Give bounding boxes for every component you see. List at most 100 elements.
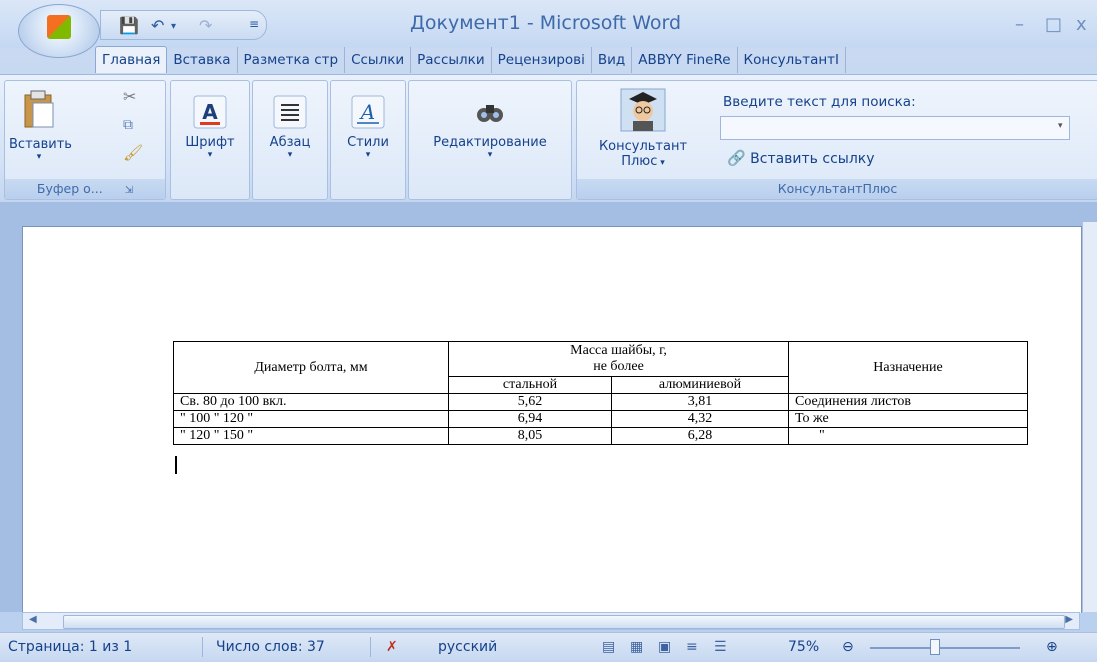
header-diameter: Диаметр болта, мм <box>173 341 449 394</box>
close-icon[interactable]: x <box>1076 14 1087 35</box>
header-mass-line1: Масса шайбы, г, <box>570 343 667 358</box>
customize-qat-icon[interactable]: ≡ <box>249 17 259 31</box>
svg-text:A: A <box>359 100 375 124</box>
consultant-professor-icon <box>620 88 666 132</box>
cell-steel: 5,62 <box>448 393 612 411</box>
status-bar: Страница: 1 из 1 Число слов: 37 ✗ русски… <box>0 632 1097 662</box>
font-group[interactable]: A Шрифт ▾ <box>170 80 250 200</box>
web-layout-icon[interactable]: ▣ <box>658 639 671 655</box>
paragraph-icon <box>273 95 307 129</box>
header-steel: стальной <box>448 376 612 394</box>
cell-steel: 6,94 <box>448 410 612 428</box>
table-row: Св. 80 до 100 вкл. 5,62 3,81 Соединения … <box>173 393 1028 411</box>
spellcheck-icon[interactable]: ✗ <box>386 639 398 655</box>
search-input[interactable] <box>720 116 1070 140</box>
scroll-left-icon[interactable]: ◀ <box>29 614 37 625</box>
draft-icon[interactable]: ☰ <box>714 639 727 655</box>
tab-review[interactable]: Рецензирові <box>492 47 592 73</box>
cell-purpose: То же <box>788 410 1028 428</box>
header-purpose: Назначение <box>788 341 1028 394</box>
undo-dropdown-icon[interactable]: ▾ <box>171 21 176 32</box>
consultant-plus-button[interactable]: Консультант Плюс ▾ <box>583 87 703 169</box>
paragraph-dropdown-icon: ▾ <box>287 150 293 160</box>
font-button: A Шрифт ▾ <box>171 95 249 160</box>
svg-text:A: A <box>202 100 218 124</box>
cell-diameter: " 120 " 150 " <box>173 427 449 445</box>
paragraph-group[interactable]: Абзац ▾ <box>252 80 328 200</box>
format-painter-icon[interactable]: 🖌 <box>123 143 143 162</box>
copy-icon[interactable]: ⧉ <box>123 117 133 133</box>
ribbon-tabs: Главная Вставка Разметка стр Ссылки Рассылки… <box>95 46 847 76</box>
cell-purpose: Соединения листов <box>788 393 1028 411</box>
maximize-icon[interactable]: □ <box>1045 14 1062 35</box>
word-count[interactable]: Число слов: 37 <box>216 639 325 655</box>
print-layout-icon[interactable]: ▤ <box>602 639 615 655</box>
cell-diameter: " 100 " 120 " <box>173 410 449 428</box>
outline-icon[interactable]: ≡ <box>686 639 698 655</box>
full-screen-reading-icon[interactable]: ▦ <box>630 639 643 655</box>
divider <box>370 637 371 657</box>
zoom-out-icon[interactable]: ⊖ <box>842 639 854 655</box>
table-row: " 120 " 150 " 8,05 6,28 " <box>173 427 1028 445</box>
ribbon: Вставить ▾ ✂ ⧉ 🖌 Буфер о... ⇲ A Шрифт ▾ <box>0 74 1097 203</box>
minimize-icon[interactable]: – <box>1015 14 1024 35</box>
tab-insert[interactable]: Вставка <box>167 47 238 73</box>
insert-link-button[interactable]: 🔗 Вставить ссылку <box>727 149 875 167</box>
paste-button[interactable]: Вставить ▾ <box>9 89 72 162</box>
redo-icon[interactable]: ↷ <box>199 16 212 35</box>
undo-icon[interactable]: ↶ <box>151 16 164 35</box>
consultant-label-line2: Плюс <box>621 154 658 169</box>
dialog-launcher-icon[interactable]: ⇲ <box>125 185 133 196</box>
font-label: Шрифт <box>185 135 235 150</box>
search-dropdown-icon[interactable]: ▾ <box>1058 121 1063 131</box>
clipboard-group: Вставить ▾ ✂ ⧉ 🖌 Буфер о... ⇲ <box>4 80 166 200</box>
save-icon[interactable]: 💾 <box>119 16 139 35</box>
paste-icon <box>24 90 54 128</box>
zoom-in-icon[interactable]: ⊕ <box>1046 639 1058 655</box>
office-logo-icon <box>47 15 71 39</box>
insert-link-label: Вставить ссылку <box>750 151 875 167</box>
vertical-scrollbar[interactable] <box>1082 222 1097 612</box>
paragraph-label: Абзац <box>269 135 311 150</box>
paste-label: Вставить <box>9 137 72 152</box>
styles-group[interactable]: A Стили ▾ <box>330 80 406 200</box>
editing-dropdown-icon: ▾ <box>487 150 493 160</box>
clipboard-group-label: Буфер о... ⇲ <box>5 179 165 199</box>
page-count[interactable]: Страница: 1 из 1 <box>8 639 132 655</box>
tab-page-layout[interactable]: Разметка стр <box>238 47 346 73</box>
horizontal-scrollbar[interactable]: ◀ ▶ <box>22 612 1080 630</box>
tab-references[interactable]: Ссылки <box>345 47 412 73</box>
scroll-right-icon[interactable]: ▶ <box>1065 614 1073 625</box>
header-aluminum: алюминиевой <box>611 376 789 394</box>
tab-mailings[interactable]: Рассылки <box>411 47 492 73</box>
paste-dropdown-icon[interactable]: ▾ <box>9 152 69 162</box>
scroll-thumb[interactable] <box>63 615 1065 629</box>
cell-purpose: " <box>788 427 1028 445</box>
office-button[interactable] <box>18 4 100 58</box>
divider <box>202 637 203 657</box>
tab-consultant[interactable]: КонсультантI <box>738 47 847 73</box>
table-row: " 100 " 120 " 6,94 4,32 То же <box>173 410 1028 428</box>
styles-icon: A <box>351 95 385 129</box>
styles-button: A Стили ▾ <box>331 95 405 160</box>
tab-abbyy[interactable]: ABBYY FineRe <box>632 47 738 73</box>
font-dropdown-icon: ▾ <box>207 150 213 160</box>
styles-label: Стили <box>347 135 389 150</box>
title-bar: 💾 ↶ ▾ ↷ ≡ Документ1 - Microsoft Word – □… <box>0 0 1097 58</box>
link-icon: 🔗 <box>727 149 746 167</box>
cut-icon[interactable]: ✂ <box>123 87 136 106</box>
tab-home[interactable]: Главная <box>95 46 168 73</box>
zoom-thumb[interactable] <box>930 639 940 655</box>
consultant-label-line1: Консультант <box>598 139 688 154</box>
font-icon: A <box>193 95 227 129</box>
editing-group[interactable]: Редактирование ▾ <box>408 80 572 200</box>
zoom-slider[interactable] <box>870 647 1020 649</box>
document-page[interactable]: Диаметр болта, мм Масса шайбы, г, не бол… <box>22 226 1082 613</box>
cell-aluminum: 4,32 <box>611 410 789 428</box>
window-title: Документ1 - Microsoft Word <box>410 12 682 34</box>
editing-button: Редактирование ▾ <box>409 95 571 160</box>
tab-view[interactable]: Вид <box>592 47 633 73</box>
language[interactable]: русский <box>438 639 497 655</box>
zoom-level[interactable]: 75% <box>788 639 819 655</box>
clipboard-label-text: Буфер о... <box>36 181 103 196</box>
